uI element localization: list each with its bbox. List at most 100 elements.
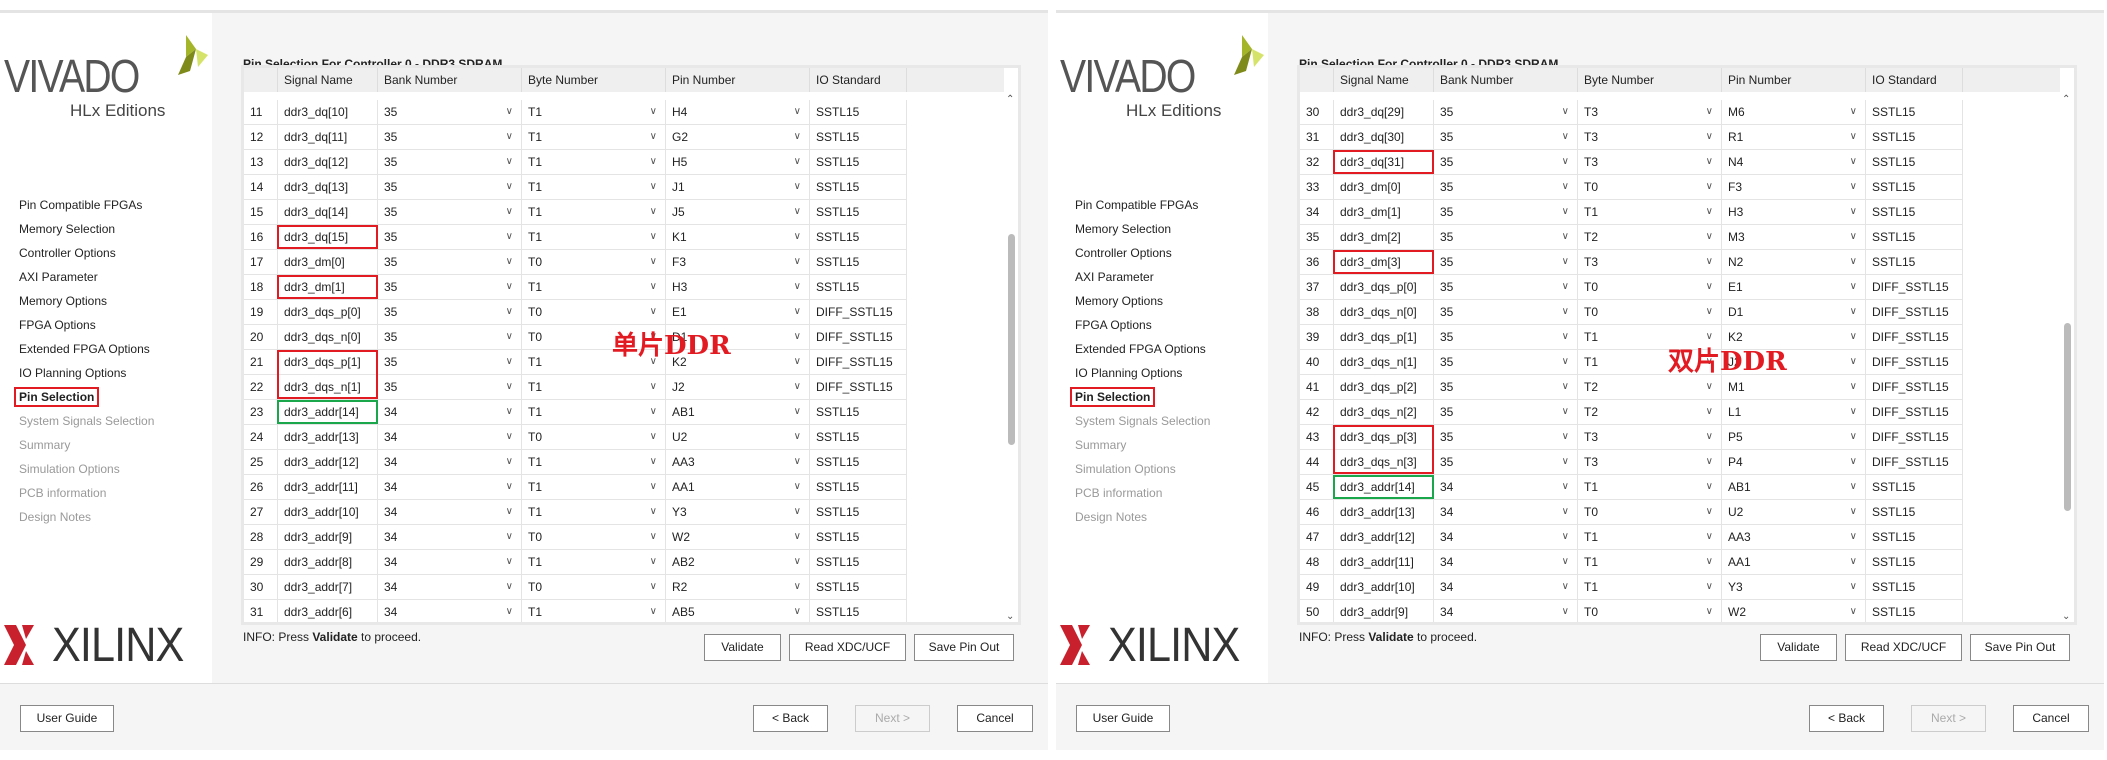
chevron-down-icon[interactable]: ∨ [794,100,801,124]
byte-number-select[interactable]: T1 ∨ [1578,200,1722,224]
table-row[interactable]: 45 ddr3_addr[14] 34 ∨ T1 ∨ AB1 ∨ SSTL15 [1300,475,1963,500]
pin-number-select[interactable]: K1 ∨ [666,225,810,249]
bank-number-select[interactable]: 34 ∨ [378,550,522,574]
table-row[interactable]: 46 ddr3_addr[13] 34 ∨ T0 ∨ U2 ∨ SSTL15 [1300,500,1963,525]
nav-item-controller-options[interactable]: Controller Options [1070,241,1210,265]
chevron-down-icon[interactable]: ∨ [650,200,657,224]
bank-number-select[interactable]: 35 ∨ [378,300,522,324]
pin-number-select[interactable]: H3 ∨ [666,275,810,299]
pin-number-select[interactable]: W2 ∨ [1722,600,1866,622]
pin-number-select[interactable]: N2 ∨ [1722,250,1866,274]
nav-item-pin-selection[interactable]: Pin Selection [14,385,154,409]
nav-item-pin-selection[interactable]: Pin Selection [1070,385,1210,409]
vertical-scrollbar[interactable]: ⌃ ⌄ [2060,68,2074,622]
pin-number-select[interactable]: AB1 ∨ [666,400,810,424]
bank-number-select[interactable]: 35 ∨ [378,375,522,399]
nav-item-axi-parameter[interactable]: AXI Parameter [1070,265,1210,289]
chevron-down-icon[interactable]: ∨ [794,375,801,399]
nav-item-io-planning-options[interactable]: IO Planning Options [1070,361,1210,385]
chevron-down-icon[interactable]: ∨ [506,275,513,299]
bank-number-select[interactable]: 35 ∨ [1434,150,1578,174]
byte-number-select[interactable]: T0 ∨ [1578,600,1722,622]
column-header[interactable]: IO Standard [810,68,907,92]
bank-number-select[interactable]: 34 ∨ [378,450,522,474]
chevron-down-icon[interactable]: ∨ [794,125,801,149]
nav-item-axi-parameter[interactable]: AXI Parameter [14,265,154,289]
byte-number-select[interactable]: T2 ∨ [1578,225,1722,249]
bank-number-select[interactable]: 35 ∨ [1434,275,1578,299]
chevron-down-icon[interactable]: ∨ [650,500,657,524]
chevron-down-icon[interactable]: ∨ [1562,200,1569,224]
chevron-down-icon[interactable]: ∨ [1850,300,1857,324]
column-header[interactable]: Byte Number [522,68,666,92]
scrollbar-thumb[interactable] [1008,234,1015,445]
table-row[interactable]: 24 ddr3_addr[13] 34 ∨ T0 ∨ U2 ∨ SSTL15 [244,425,907,450]
byte-number-select[interactable]: T1 ∨ [522,100,666,124]
chevron-down-icon[interactable]: ∨ [650,425,657,449]
table-row[interactable]: 30 ddr3_addr[7] 34 ∨ T0 ∨ R2 ∨ SSTL15 [244,575,907,600]
chevron-down-icon[interactable]: ∨ [1706,375,1713,399]
chevron-down-icon[interactable]: ∨ [1706,500,1713,524]
byte-number-select[interactable]: T1 ∨ [522,125,666,149]
next-button[interactable]: Next > [1911,705,1986,732]
chevron-down-icon[interactable]: ∨ [1562,375,1569,399]
chevron-down-icon[interactable]: ∨ [506,175,513,199]
chevron-down-icon[interactable]: ∨ [1850,125,1857,149]
byte-number-select[interactable]: T1 ∨ [522,175,666,199]
chevron-down-icon[interactable]: ∨ [1850,175,1857,199]
chevron-down-icon[interactable]: ∨ [506,325,513,349]
nav-item-controller-options[interactable]: Controller Options [14,241,154,265]
column-header[interactable]: Pin Number [1722,68,1866,92]
nav-item-io-planning-options[interactable]: IO Planning Options [14,361,154,385]
scroll-down-icon[interactable]: ⌄ [1006,611,1014,622]
byte-number-select[interactable]: T3 ∨ [1578,125,1722,149]
chevron-down-icon[interactable]: ∨ [794,550,801,574]
bank-number-select[interactable]: 34 ∨ [378,525,522,549]
back-button[interactable]: < Back [753,705,828,732]
scrollbar-thumb[interactable] [2064,322,2071,512]
chevron-down-icon[interactable]: ∨ [1562,575,1569,599]
table-row[interactable]: 30 ddr3_dq[29] 35 ∨ T3 ∨ M6 ∨ SSTL15 [1300,100,1963,125]
chevron-down-icon[interactable]: ∨ [794,275,801,299]
byte-number-select[interactable]: T2 ∨ [1578,375,1722,399]
table-row[interactable]: 39 ddr3_dqs_p[1] 35 ∨ T1 ∨ K2 ∨ DIFF_SSTL15 [1300,325,1963,350]
chevron-down-icon[interactable]: ∨ [650,300,657,324]
bank-number-select[interactable]: 34 ∨ [1434,575,1578,599]
table-row[interactable]: 31 ddr3_dq[30] 35 ∨ T3 ∨ R1 ∨ SSTL15 [1300,125,1963,150]
pin-number-select[interactable]: J2 ∨ [666,375,810,399]
bank-number-select[interactable]: 35 ∨ [1434,350,1578,374]
table-row[interactable]: 23 ddr3_addr[14] 34 ∨ T1 ∨ AB1 ∨ SSTL15 [244,400,907,425]
byte-number-select[interactable]: T1 ∨ [522,225,666,249]
byte-number-select[interactable]: T1 ∨ [1578,575,1722,599]
table-row[interactable]: 32 ddr3_dq[31] 35 ∨ T3 ∨ N4 ∨ SSTL15 [1300,150,1963,175]
pin-number-select[interactable]: F3 ∨ [1722,175,1866,199]
chevron-down-icon[interactable]: ∨ [1706,250,1713,274]
byte-number-select[interactable]: T0 ∨ [1578,300,1722,324]
pin-number-select[interactable]: Y3 ∨ [666,500,810,524]
bank-number-select[interactable]: 34 ∨ [1434,550,1578,574]
chevron-down-icon[interactable]: ∨ [650,375,657,399]
chevron-down-icon[interactable]: ∨ [1850,225,1857,249]
bank-number-select[interactable]: 35 ∨ [378,100,522,124]
chevron-down-icon[interactable]: ∨ [1562,500,1569,524]
nav-item-memory-options[interactable]: Memory Options [14,289,154,313]
table-row[interactable]: 13 ddr3_dq[12] 35 ∨ T1 ∨ H5 ∨ SSTL15 [244,150,907,175]
column-header[interactable]: Signal Name [278,68,378,92]
chevron-down-icon[interactable]: ∨ [650,400,657,424]
chevron-down-icon[interactable]: ∨ [650,250,657,274]
byte-number-select[interactable]: T0 ∨ [522,425,666,449]
pin-number-select[interactable]: D1 ∨ [1722,300,1866,324]
table-row[interactable]: 49 ddr3_addr[10] 34 ∨ T1 ∨ Y3 ∨ SSTL15 [1300,575,1963,600]
chevron-down-icon[interactable]: ∨ [506,525,513,549]
pin-number-select[interactable]: E1 ∨ [666,300,810,324]
chevron-down-icon[interactable]: ∨ [650,275,657,299]
table-row[interactable]: 35 ddr3_dm[2] 35 ∨ T2 ∨ M3 ∨ SSTL15 [1300,225,1963,250]
chevron-down-icon[interactable]: ∨ [1706,125,1713,149]
pin-number-select[interactable]: L1 ∨ [1722,400,1866,424]
byte-number-select[interactable]: T0 ∨ [522,525,666,549]
chevron-down-icon[interactable]: ∨ [1850,275,1857,299]
chevron-down-icon[interactable]: ∨ [1850,325,1857,349]
chevron-down-icon[interactable]: ∨ [650,550,657,574]
chevron-down-icon[interactable]: ∨ [1850,600,1857,622]
table-row[interactable]: 15 ddr3_dq[14] 35 ∨ T1 ∨ J5 ∨ SSTL15 [244,200,907,225]
